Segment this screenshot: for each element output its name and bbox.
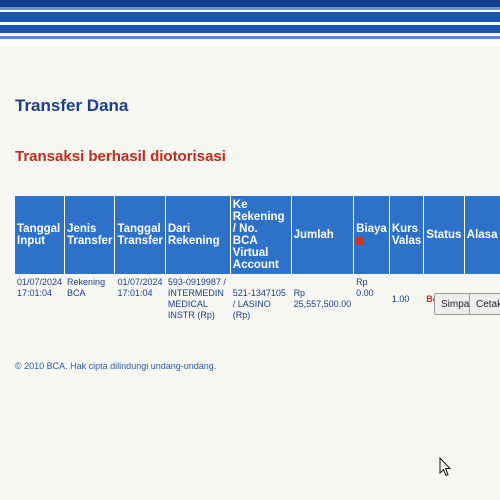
header-label: Alasa [466,229,498,241]
cell-jumlah: Rp 25,557,500.00 [291,274,354,324]
mouse-pointer-icon [439,456,452,482]
col-tanggal-input: Tanggal Input [15,196,66,274]
cell-jenis-transfer: Rekening BCA [65,274,115,324]
header-label: Ke Rekening / No. [232,199,285,235]
table-header-row: Tanggal Input Jenis Transfer Tanggal Tra… [15,196,500,274]
col-kurs-valas: Kurs Valas [389,196,425,274]
cell-text: 1.00 [391,293,410,304]
header-label: Biaya [356,223,387,235]
col-status: Status [423,196,465,274]
table-row: 01/07/2024 17:01:04 Rekening BCA 01/07/2… [15,274,500,324]
col-alasan: Alasa [464,196,500,274]
cell-text: Rekening [67,277,106,287]
cell-text: 01/07/2024 [117,277,163,287]
header-stripe [0,7,500,10]
header-label: Input [17,235,46,247]
cell-text: 593-0919987 / INTERMEDIN [167,277,226,298]
cell-text: MEDICAL INSTR (Rp) [167,299,215,320]
col-jumlah: Jumlah [291,196,355,274]
col-dari-rekening: Dari Rekening [165,196,231,274]
header-label: Kurs [391,223,419,235]
cell-text: 17:01:04 [17,288,53,298]
cell-text: 521-1347105 / LASINO (Rp) [232,288,286,320]
header-label: Transfer [67,235,113,247]
cell-text: 01/07/2024 [17,277,63,287]
cell-tanggal-transfer: 01/07/2024 17:01:04 [115,274,165,324]
cell-text: Rp [356,277,368,287]
red-square-icon [356,236,365,245]
header-label: Valas [391,235,422,247]
header-label: Status [426,229,462,241]
transaction-table: Tanggal Input Jenis Transfer Tanggal Tra… [15,196,500,324]
print-button[interactable]: Cetak [469,293,500,315]
copyright-footer: © 2010 BCA. Hak cipta dilindungi undang-… [15,361,217,371]
header-stripe [0,12,500,22]
cell-biaya: Rp 0.00 [354,274,390,324]
cell-text: Rp 25,557,500.00 [293,288,352,309]
header-label: Tanggal [17,223,61,235]
cell-text: BCA [67,288,86,298]
header-label: BCA Virtual Account [232,235,279,271]
header-label: Jumlah [293,229,334,241]
cell-text: 0.00 [356,288,374,298]
col-ke-rekening: Ke Rekening / No. BCA Virtual Account [230,196,292,274]
header-label: Jenis [67,223,97,235]
header-stripe [0,36,500,39]
cell-dari-rekening: 593-0919987 / INTERMEDIN MEDICAL INSTR (… [165,274,230,324]
col-biaya: Biaya [353,196,390,274]
cell-ke-rekening: 521-1347105 / LASINO (Rp) [230,274,291,324]
page-title: Transfer Dana [15,96,129,115]
col-jenis-transfer: Jenis Transfer [64,196,116,274]
header-label: Tanggal [117,223,161,235]
header-stripe [0,0,500,7]
cell-kurs-valas: 1.00 [389,274,423,324]
header-label: Dari Rekening [167,223,220,247]
cell-text: 17:01:04 [117,288,153,298]
col-tanggal-transfer: Tanggal Transfer [114,196,166,274]
header-label: Transfer [117,235,163,247]
success-message: Transaksi berhasil diotorisasi [15,148,226,165]
header-banner [0,0,500,46]
cell-tanggal-input: 01/07/2024 17:01:04 [15,274,65,324]
header-stripe [0,25,500,33]
